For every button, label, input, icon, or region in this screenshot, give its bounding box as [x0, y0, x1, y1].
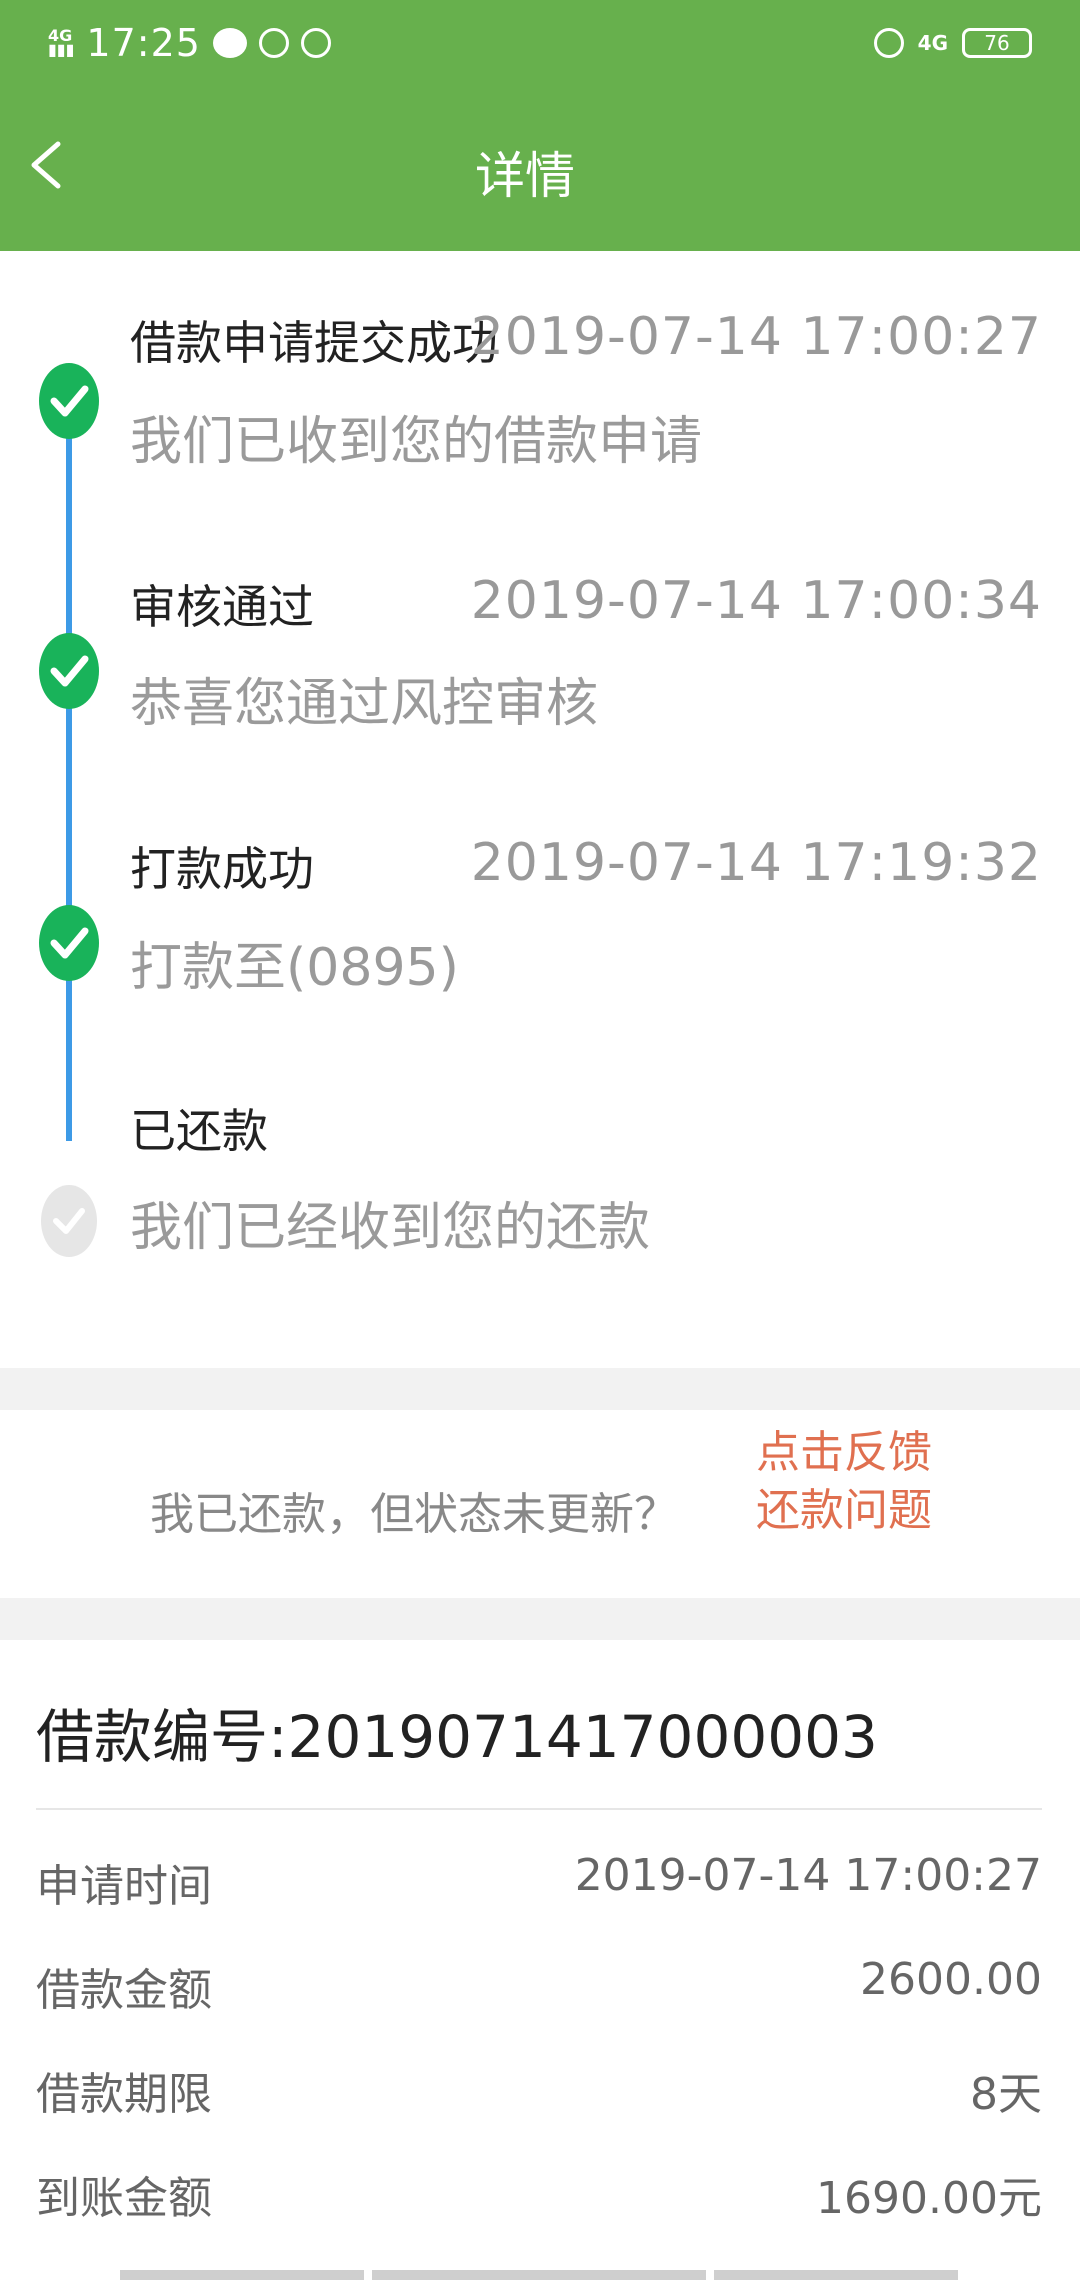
step-title: 审核通过 [130, 580, 314, 634]
status-time: 17:25 [86, 21, 201, 65]
alarm-icon [873, 28, 904, 58]
status-bar: 4G ▮▮▮ 17:25 4G 76 [0, 0, 1080, 84]
step-description: 恭喜您通过风控审核 [130, 674, 599, 734]
loan-info: 借款编号:2019071417000003 申请时间 2019-07-14 17… [0, 1640, 1080, 2280]
network-type: 4G [917, 31, 948, 55]
step-description: 我们已收到您的借款申请 [130, 412, 703, 472]
progress-timeline: 借款申请提交成功 2019-07-14 17:00:27 我们已收到您的借款申请… [0, 251, 1080, 1368]
divider [36, 1808, 1042, 1810]
step-description: 我们已经收到您的还款 [130, 1198, 651, 1258]
row-label: 借款期限 [36, 2069, 212, 2120]
feedback-question: 我已还款，但状态未更新？ [150, 1489, 678, 1540]
row-label: 借款金额 [36, 1965, 212, 2016]
check-circle-icon [39, 363, 99, 439]
info-row: 到账金额 1690.00元 [36, 2162, 1042, 2232]
chat-icon [258, 28, 289, 58]
message-icon [212, 28, 247, 58]
pending-check-icon [41, 1185, 97, 1257]
feedback-section: 我已还款，但状态未更新？ 点击反馈还款问题 [0, 1410, 1080, 1598]
bottom-button[interactable] [372, 2270, 706, 2280]
row-value: 2600.00 [860, 1954, 1042, 2005]
row-label: 申请时间 [36, 1861, 212, 1912]
chat-icon-2 [300, 28, 331, 58]
signal-icon: 4G ▮▮▮ [48, 26, 75, 59]
info-row: 借款金额 2600.00 [36, 1954, 1042, 2024]
check-circle-icon [39, 905, 99, 981]
page-title: 详情 [475, 147, 575, 205]
step-time: 2019-07-14 17:00:34 [470, 571, 1042, 631]
step-description: 打款至(0895) [130, 938, 459, 998]
bottom-button[interactable] [714, 2270, 958, 2280]
app-header: 4G ▮▮▮ 17:25 4G 76 详情 [0, 0, 1080, 251]
bottom-button[interactable] [120, 2270, 364, 2280]
bottom-buttons-peek [120, 2270, 958, 2280]
check-circle-icon [39, 633, 99, 709]
battery-icon: 76 [962, 28, 1032, 58]
info-row: 借款期限 8天 [36, 2058, 1042, 2128]
step-title: 打款成功 [130, 842, 314, 896]
feedback-link[interactable]: 点击反馈还款问题 [756, 1424, 936, 1540]
row-value: 2019-07-14 17:00:27 [574, 1850, 1042, 1901]
step-title: 已还款 [130, 1104, 268, 1158]
step-time: 2019-07-14 17:19:32 [470, 833, 1042, 893]
row-label: 到账金额 [36, 2173, 212, 2224]
section-gap [0, 1598, 1080, 1640]
step-title: 借款申请提交成功 [130, 316, 498, 370]
section-gap [0, 1368, 1080, 1410]
info-row: 申请时间 2019-07-14 17:00:27 [36, 1850, 1042, 1920]
battery-level: 76 [984, 31, 1010, 55]
row-value: 1690.00元 [816, 2173, 1042, 2224]
row-value: 8天 [970, 2069, 1042, 2120]
step-time: 2019-07-14 17:00:27 [470, 307, 1042, 367]
loan-number: 借款编号:2019071417000003 [36, 1703, 878, 1771]
